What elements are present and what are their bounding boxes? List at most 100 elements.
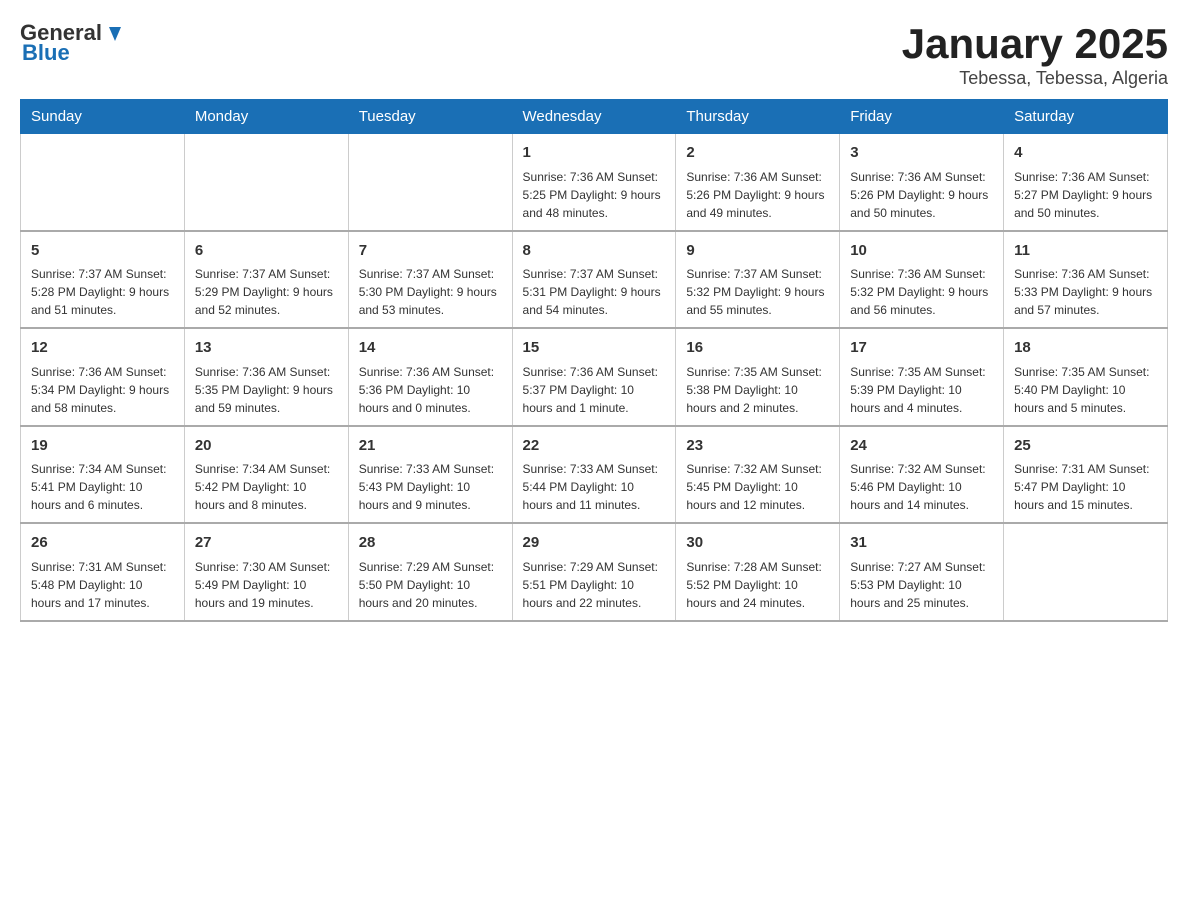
calendar-cell: 14Sunrise: 7:36 AM Sunset: 5:36 PM Dayli…: [348, 328, 512, 426]
calendar-cell: 24Sunrise: 7:32 AM Sunset: 5:46 PM Dayli…: [840, 426, 1004, 524]
day-number: 8: [523, 240, 666, 263]
day-info: Sunrise: 7:35 AM Sunset: 5:38 PM Dayligh…: [686, 363, 829, 417]
page-header: General Blue January 2025 Tebessa, Tebes…: [20, 20, 1168, 89]
calendar-week-row: 1 Sunrise: 7:36 AM Sunset: 5:25 PM Daylig…: [21, 134, 1168, 231]
day-number: 26: [31, 532, 174, 555]
day-info: Sunrise: 7:35 AM Sunset: 5:39 PM Dayligh…: [850, 363, 993, 417]
day-number: 21: [359, 435, 502, 458]
day-info: Sunrise: 7:32 AM Sunset: 5:45 PM Dayligh…: [686, 460, 829, 514]
day-number: 4: [1014, 142, 1157, 165]
calendar-cell: 29 Sunrise: 7:29 AM Sunset: 5:51 PM Dayli…: [512, 523, 676, 621]
calendar-cell: [21, 134, 185, 231]
day-number: 24: [850, 435, 993, 458]
day-number: 2: [686, 142, 829, 165]
calendar-cell: [1004, 523, 1168, 621]
day-header-saturday: Saturday: [1004, 100, 1168, 134]
calendar-cell: 13Sunrise: 7:36 AM Sunset: 5:35 PM Dayli…: [184, 328, 348, 426]
day-info: Sunrise: 7:37 AM Sunset: 5:31 PM Dayligh…: [523, 265, 666, 319]
day-header-sunday: Sunday: [21, 100, 185, 134]
day-number: 16: [686, 337, 829, 360]
day-number: 7: [359, 240, 502, 263]
calendar-cell: 15Sunrise: 7:36 AM Sunset: 5:37 PM Dayli…: [512, 328, 676, 426]
calendar-cell: 8Sunrise: 7:37 AM Sunset: 5:31 PM Daylig…: [512, 231, 676, 329]
calendar-week-row: 19Sunrise: 7:34 AM Sunset: 5:41 PM Dayli…: [21, 426, 1168, 524]
day-number: 22: [523, 435, 666, 458]
day-header-friday: Friday: [840, 100, 1004, 134]
day-number: 28: [359, 532, 502, 555]
day-number: 13: [195, 337, 338, 360]
day-info: Sunrise: 7:35 AM Sunset: 5:40 PM Dayligh…: [1014, 363, 1157, 417]
calendar-cell: 19Sunrise: 7:34 AM Sunset: 5:41 PM Dayli…: [21, 426, 185, 524]
calendar-cell: 1 Sunrise: 7:36 AM Sunset: 5:25 PM Daylig…: [512, 134, 676, 231]
day-info: Sunrise: 7:36 AM Sunset: 5:27 PM Dayligh…: [1014, 168, 1157, 222]
day-number: 17: [850, 337, 993, 360]
calendar-week-row: 5Sunrise: 7:37 AM Sunset: 5:28 PM Daylig…: [21, 231, 1168, 329]
day-number: 30: [686, 532, 829, 555]
calendar-cell: 22Sunrise: 7:33 AM Sunset: 5:44 PM Dayli…: [512, 426, 676, 524]
calendar-cell: 26 Sunrise: 7:31 AM Sunset: 5:48 PM Dayli…: [21, 523, 185, 621]
day-info: Sunrise: 7:28 AM Sunset: 5:52 PM Dayligh…: [686, 558, 829, 612]
calendar-cell: 10Sunrise: 7:36 AM Sunset: 5:32 PM Dayli…: [840, 231, 1004, 329]
day-info: Sunrise: 7:37 AM Sunset: 5:28 PM Dayligh…: [31, 265, 174, 319]
day-header-tuesday: Tuesday: [348, 100, 512, 134]
calendar-cell: 18 Sunrise: 7:35 AM Sunset: 5:40 PM Dayli…: [1004, 328, 1168, 426]
day-info: Sunrise: 7:36 AM Sunset: 5:26 PM Dayligh…: [686, 168, 829, 222]
day-info: Sunrise: 7:30 AM Sunset: 5:49 PM Dayligh…: [195, 558, 338, 612]
calendar-cell: 28 Sunrise: 7:29 AM Sunset: 5:50 PM Dayli…: [348, 523, 512, 621]
day-info: Sunrise: 7:27 AM Sunset: 5:53 PM Dayligh…: [850, 558, 993, 612]
day-info: Sunrise: 7:36 AM Sunset: 5:26 PM Dayligh…: [850, 168, 993, 222]
day-info: Sunrise: 7:29 AM Sunset: 5:51 PM Dayligh…: [523, 558, 666, 612]
day-number: 10: [850, 240, 993, 263]
day-number: 20: [195, 435, 338, 458]
logo-triangle-icon: [103, 23, 125, 45]
day-info: Sunrise: 7:31 AM Sunset: 5:47 PM Dayligh…: [1014, 460, 1157, 514]
calendar-cell: 16 Sunrise: 7:35 AM Sunset: 5:38 PM Dayli…: [676, 328, 840, 426]
calendar-title: January 2025: [902, 20, 1168, 68]
calendar-cell: 23Sunrise: 7:32 AM Sunset: 5:45 PM Dayli…: [676, 426, 840, 524]
calendar-cell: 11Sunrise: 7:36 AM Sunset: 5:33 PM Dayli…: [1004, 231, 1168, 329]
day-number: 1: [523, 142, 666, 165]
day-number: 3: [850, 142, 993, 165]
day-info: Sunrise: 7:32 AM Sunset: 5:46 PM Dayligh…: [850, 460, 993, 514]
day-info: Sunrise: 7:36 AM Sunset: 5:33 PM Dayligh…: [1014, 265, 1157, 319]
day-info: Sunrise: 7:34 AM Sunset: 5:42 PM Dayligh…: [195, 460, 338, 514]
day-number: 9: [686, 240, 829, 263]
logo-blue-text: Blue: [22, 40, 70, 66]
calendar-week-row: 26 Sunrise: 7:31 AM Sunset: 5:48 PM Dayli…: [21, 523, 1168, 621]
calendar-cell: 21Sunrise: 7:33 AM Sunset: 5:43 PM Dayli…: [348, 426, 512, 524]
calendar-header-row: SundayMondayTuesdayWednesdayThursdayFrid…: [21, 100, 1168, 134]
calendar-cell: [184, 134, 348, 231]
calendar-subtitle: Tebessa, Tebessa, Algeria: [902, 68, 1168, 89]
calendar-cell: 4 Sunrise: 7:36 AM Sunset: 5:27 PM Daylig…: [1004, 134, 1168, 231]
day-number: 29: [523, 532, 666, 555]
day-info: Sunrise: 7:37 AM Sunset: 5:30 PM Dayligh…: [359, 265, 502, 319]
day-info: Sunrise: 7:31 AM Sunset: 5:48 PM Dayligh…: [31, 558, 174, 612]
day-header-monday: Monday: [184, 100, 348, 134]
calendar-cell: 5Sunrise: 7:37 AM Sunset: 5:28 PM Daylig…: [21, 231, 185, 329]
title-block: January 2025 Tebessa, Tebessa, Algeria: [902, 20, 1168, 89]
day-number: 14: [359, 337, 502, 360]
calendar-cell: 27Sunrise: 7:30 AM Sunset: 5:49 PM Dayli…: [184, 523, 348, 621]
calendar-cell: 6Sunrise: 7:37 AM Sunset: 5:29 PM Daylig…: [184, 231, 348, 329]
day-info: Sunrise: 7:34 AM Sunset: 5:41 PM Dayligh…: [31, 460, 174, 514]
calendar-cell: 31 Sunrise: 7:27 AM Sunset: 5:53 PM Dayli…: [840, 523, 1004, 621]
day-info: Sunrise: 7:37 AM Sunset: 5:29 PM Dayligh…: [195, 265, 338, 319]
day-number: 18: [1014, 337, 1157, 360]
day-info: Sunrise: 7:36 AM Sunset: 5:37 PM Dayligh…: [523, 363, 666, 417]
day-header-thursday: Thursday: [676, 100, 840, 134]
day-info: Sunrise: 7:29 AM Sunset: 5:50 PM Dayligh…: [359, 558, 502, 612]
day-number: 5: [31, 240, 174, 263]
day-header-wednesday: Wednesday: [512, 100, 676, 134]
day-info: Sunrise: 7:36 AM Sunset: 5:25 PM Dayligh…: [523, 168, 666, 222]
day-number: 31: [850, 532, 993, 555]
day-info: Sunrise: 7:36 AM Sunset: 5:34 PM Dayligh…: [31, 363, 174, 417]
calendar-table: SundayMondayTuesdayWednesdayThursdayFrid…: [20, 99, 1168, 622]
calendar-cell: 7Sunrise: 7:37 AM Sunset: 5:30 PM Daylig…: [348, 231, 512, 329]
day-number: 19: [31, 435, 174, 458]
calendar-cell: 3 Sunrise: 7:36 AM Sunset: 5:26 PM Daylig…: [840, 134, 1004, 231]
calendar-week-row: 12Sunrise: 7:36 AM Sunset: 5:34 PM Dayli…: [21, 328, 1168, 426]
day-info: Sunrise: 7:33 AM Sunset: 5:44 PM Dayligh…: [523, 460, 666, 514]
calendar-cell: 25Sunrise: 7:31 AM Sunset: 5:47 PM Dayli…: [1004, 426, 1168, 524]
day-number: 25: [1014, 435, 1157, 458]
calendar-cell: 20Sunrise: 7:34 AM Sunset: 5:42 PM Dayli…: [184, 426, 348, 524]
